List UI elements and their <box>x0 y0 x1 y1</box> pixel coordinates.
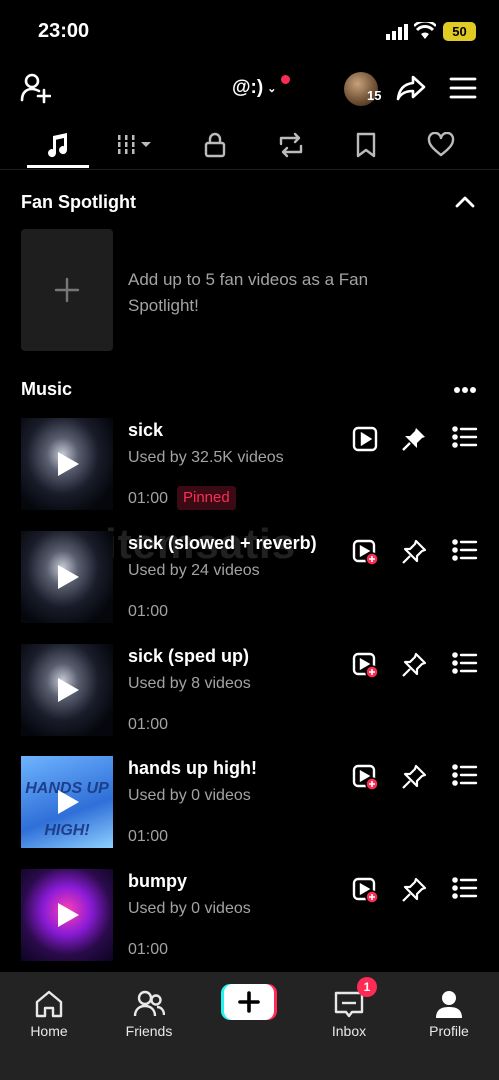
playlist-icon[interactable] <box>452 877 478 899</box>
track-title: sick <box>128 420 164 440</box>
home-icon <box>35 990 63 1018</box>
nav-friends[interactable]: Friends <box>109 980 189 1040</box>
tab-reposts[interactable] <box>261 122 321 168</box>
tab-favorites[interactable] <box>336 122 396 168</box>
play-icon[interactable] <box>55 450 81 478</box>
username-switcher[interactable]: @:) ⌄ <box>232 77 276 99</box>
profile-header: @:) ⌄ 15 <box>0 62 499 117</box>
music-section-title: Music <box>21 379 73 399</box>
grid-icon <box>118 135 151 154</box>
track-title: hands up high! <box>128 758 257 778</box>
play-icon[interactable] <box>55 676 81 704</box>
track-usage: Used by 8 videos <box>128 675 251 692</box>
create-button[interactable] <box>221 984 277 1020</box>
playlist-icon[interactable] <box>452 426 478 448</box>
track-usage: Used by 32.5K videos <box>128 449 284 466</box>
list-item[interactable]: sick Used by 32.5K videos 01:00 Pinned <box>0 414 499 514</box>
track-cover <box>21 869 113 961</box>
heart-icon <box>427 132 455 157</box>
pin-outline-icon[interactable] <box>401 764 427 790</box>
tab-private[interactable] <box>185 122 245 168</box>
pinned-badge: Pinned <box>177 486 236 510</box>
track-cover <box>21 418 113 510</box>
track-duration: 01:00 <box>128 490 169 507</box>
nav-friends-label: Friends <box>125 1023 173 1039</box>
music-note-icon <box>48 133 68 158</box>
fan-spotlight-title: Fan Spotlight <box>21 192 136 212</box>
repost-icon <box>279 132 303 158</box>
profile-tabs <box>0 122 499 170</box>
tab-liked[interactable] <box>411 122 471 168</box>
track-cover: HANDS UP HIGH! <box>21 756 113 848</box>
status-bar: 23:00 50 <box>0 0 499 62</box>
signal-icon <box>386 24 408 40</box>
list-item[interactable]: sick (slowed + reverb) Used by 24 videos… <box>0 527 499 627</box>
list-item[interactable]: sick (sped up) Used by 8 videos 01:00 <box>0 640 499 740</box>
inbox-badge: 1 <box>357 977 377 997</box>
nav-profile-label: Profile <box>429 1023 469 1039</box>
playlist-icon[interactable] <box>452 539 478 561</box>
track-usage: Used by 24 videos <box>128 562 260 579</box>
pin-icon[interactable] <box>401 426 427 452</box>
tab-grid[interactable] <box>106 122 166 168</box>
play-icon[interactable] <box>55 563 81 591</box>
add-video-icon[interactable] <box>352 652 378 678</box>
track-title: bumpy <box>128 871 188 891</box>
chevron-down-icon: ⌄ <box>267 82 277 95</box>
track-duration: 01:00 <box>128 603 169 620</box>
track-duration: 01:00 <box>128 716 169 733</box>
add-user-icon[interactable] <box>19 72 51 104</box>
video-play-icon[interactable] <box>352 426 378 452</box>
lock-icon <box>204 132 226 158</box>
add-video-icon[interactable] <box>352 764 378 790</box>
list-item[interactable]: HANDS UP HIGH! hands up high! Used by 0 … <box>0 752 499 852</box>
track-duration: 01:00 <box>128 941 169 958</box>
avatar-count: 15 <box>367 88 382 103</box>
play-icon[interactable] <box>55 901 81 929</box>
tab-music[interactable] <box>27 122 89 168</box>
play-icon[interactable] <box>55 788 81 816</box>
pin-outline-icon[interactable] <box>401 539 427 565</box>
playlist-icon[interactable] <box>452 652 478 674</box>
bookmark-icon <box>356 132 376 158</box>
pin-outline-icon[interactable] <box>401 877 427 903</box>
chevron-up-icon[interactable] <box>452 190 478 214</box>
nav-inbox-label: Inbox <box>331 1023 367 1039</box>
plus-icon <box>54 277 80 303</box>
nav-home-label: Home <box>30 1023 68 1039</box>
notification-dot <box>281 75 290 84</box>
nav-home[interactable]: Home <box>9 980 89 1040</box>
pin-outline-icon[interactable] <box>401 652 427 678</box>
add-video-icon[interactable] <box>352 877 378 903</box>
list-item[interactable]: bumpy Used by 0 videos 01:00 <box>0 865 499 965</box>
share-icon[interactable] <box>396 74 426 102</box>
status-time: 23:00 <box>38 20 90 42</box>
track-usage: Used by 0 videos <box>128 787 251 804</box>
playlist-icon[interactable] <box>452 764 478 786</box>
nav-inbox[interactable]: Inbox <box>309 980 389 1040</box>
wifi-icon <box>414 22 436 39</box>
username-handle: @:) <box>232 77 264 98</box>
nav-profile[interactable]: Profile <box>409 980 489 1040</box>
friends-icon <box>133 990 165 1017</box>
fan-spotlight-description: Add up to 5 fan videos as a Fan Spotligh… <box>128 270 369 315</box>
track-usage: Used by 0 videos <box>128 900 251 917</box>
track-title: sick (sped up) <box>128 646 250 666</box>
track-cover <box>21 531 113 623</box>
menu-icon[interactable] <box>449 76 477 100</box>
track-cover <box>21 644 113 736</box>
profile-icon <box>436 991 462 1018</box>
battery-indicator: 50 <box>443 22 476 41</box>
bottom-nav: Home Friends Inbox 1 Profile <box>0 972 499 1080</box>
add-video-icon[interactable] <box>352 539 378 565</box>
track-title: sick (slowed + reverb) <box>128 533 317 553</box>
add-fan-video-button[interactable] <box>21 229 113 351</box>
track-duration: 01:00 <box>128 828 169 845</box>
more-options-icon[interactable] <box>452 380 478 400</box>
